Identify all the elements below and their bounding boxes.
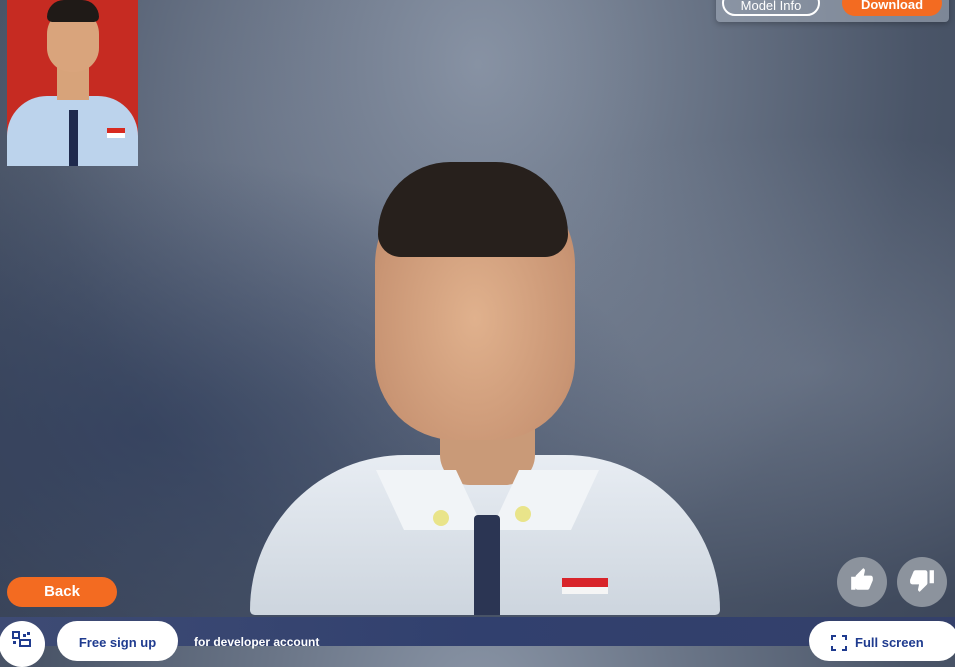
model-flag-badge [562, 578, 608, 594]
like-button[interactable] [837, 557, 887, 607]
qr-code-icon [12, 631, 32, 652]
free-signup-button[interactable]: Free sign up [57, 621, 178, 661]
model-collar-pin-right [515, 506, 531, 522]
back-button[interactable]: Back [7, 577, 117, 607]
3d-head-model[interactable] [250, 160, 720, 615]
thumbs-down-icon [909, 567, 935, 598]
model-collar-pin-left [433, 510, 449, 526]
source-photo-thumbnail [7, 0, 138, 166]
qr-code-button[interactable] [0, 621, 45, 667]
fullscreen-icon [831, 635, 847, 654]
dislike-button[interactable] [897, 557, 947, 607]
model-info-button[interactable]: Model Info [722, 0, 820, 16]
thumbnail-tie [69, 110, 78, 166]
fullscreen-button[interactable]: Full screen [809, 621, 955, 661]
thumbnail-hair [47, 0, 99, 22]
download-button[interactable]: Download [842, 0, 942, 16]
model-viewer[interactable] [0, 0, 955, 618]
fullscreen-label: Full screen [855, 635, 924, 650]
thumbnail-flag-badge [107, 128, 125, 138]
thumbs-up-icon [849, 567, 875, 598]
model-tie [474, 515, 500, 615]
model-hair [378, 162, 568, 257]
developer-account-text: for developer account [194, 635, 320, 649]
